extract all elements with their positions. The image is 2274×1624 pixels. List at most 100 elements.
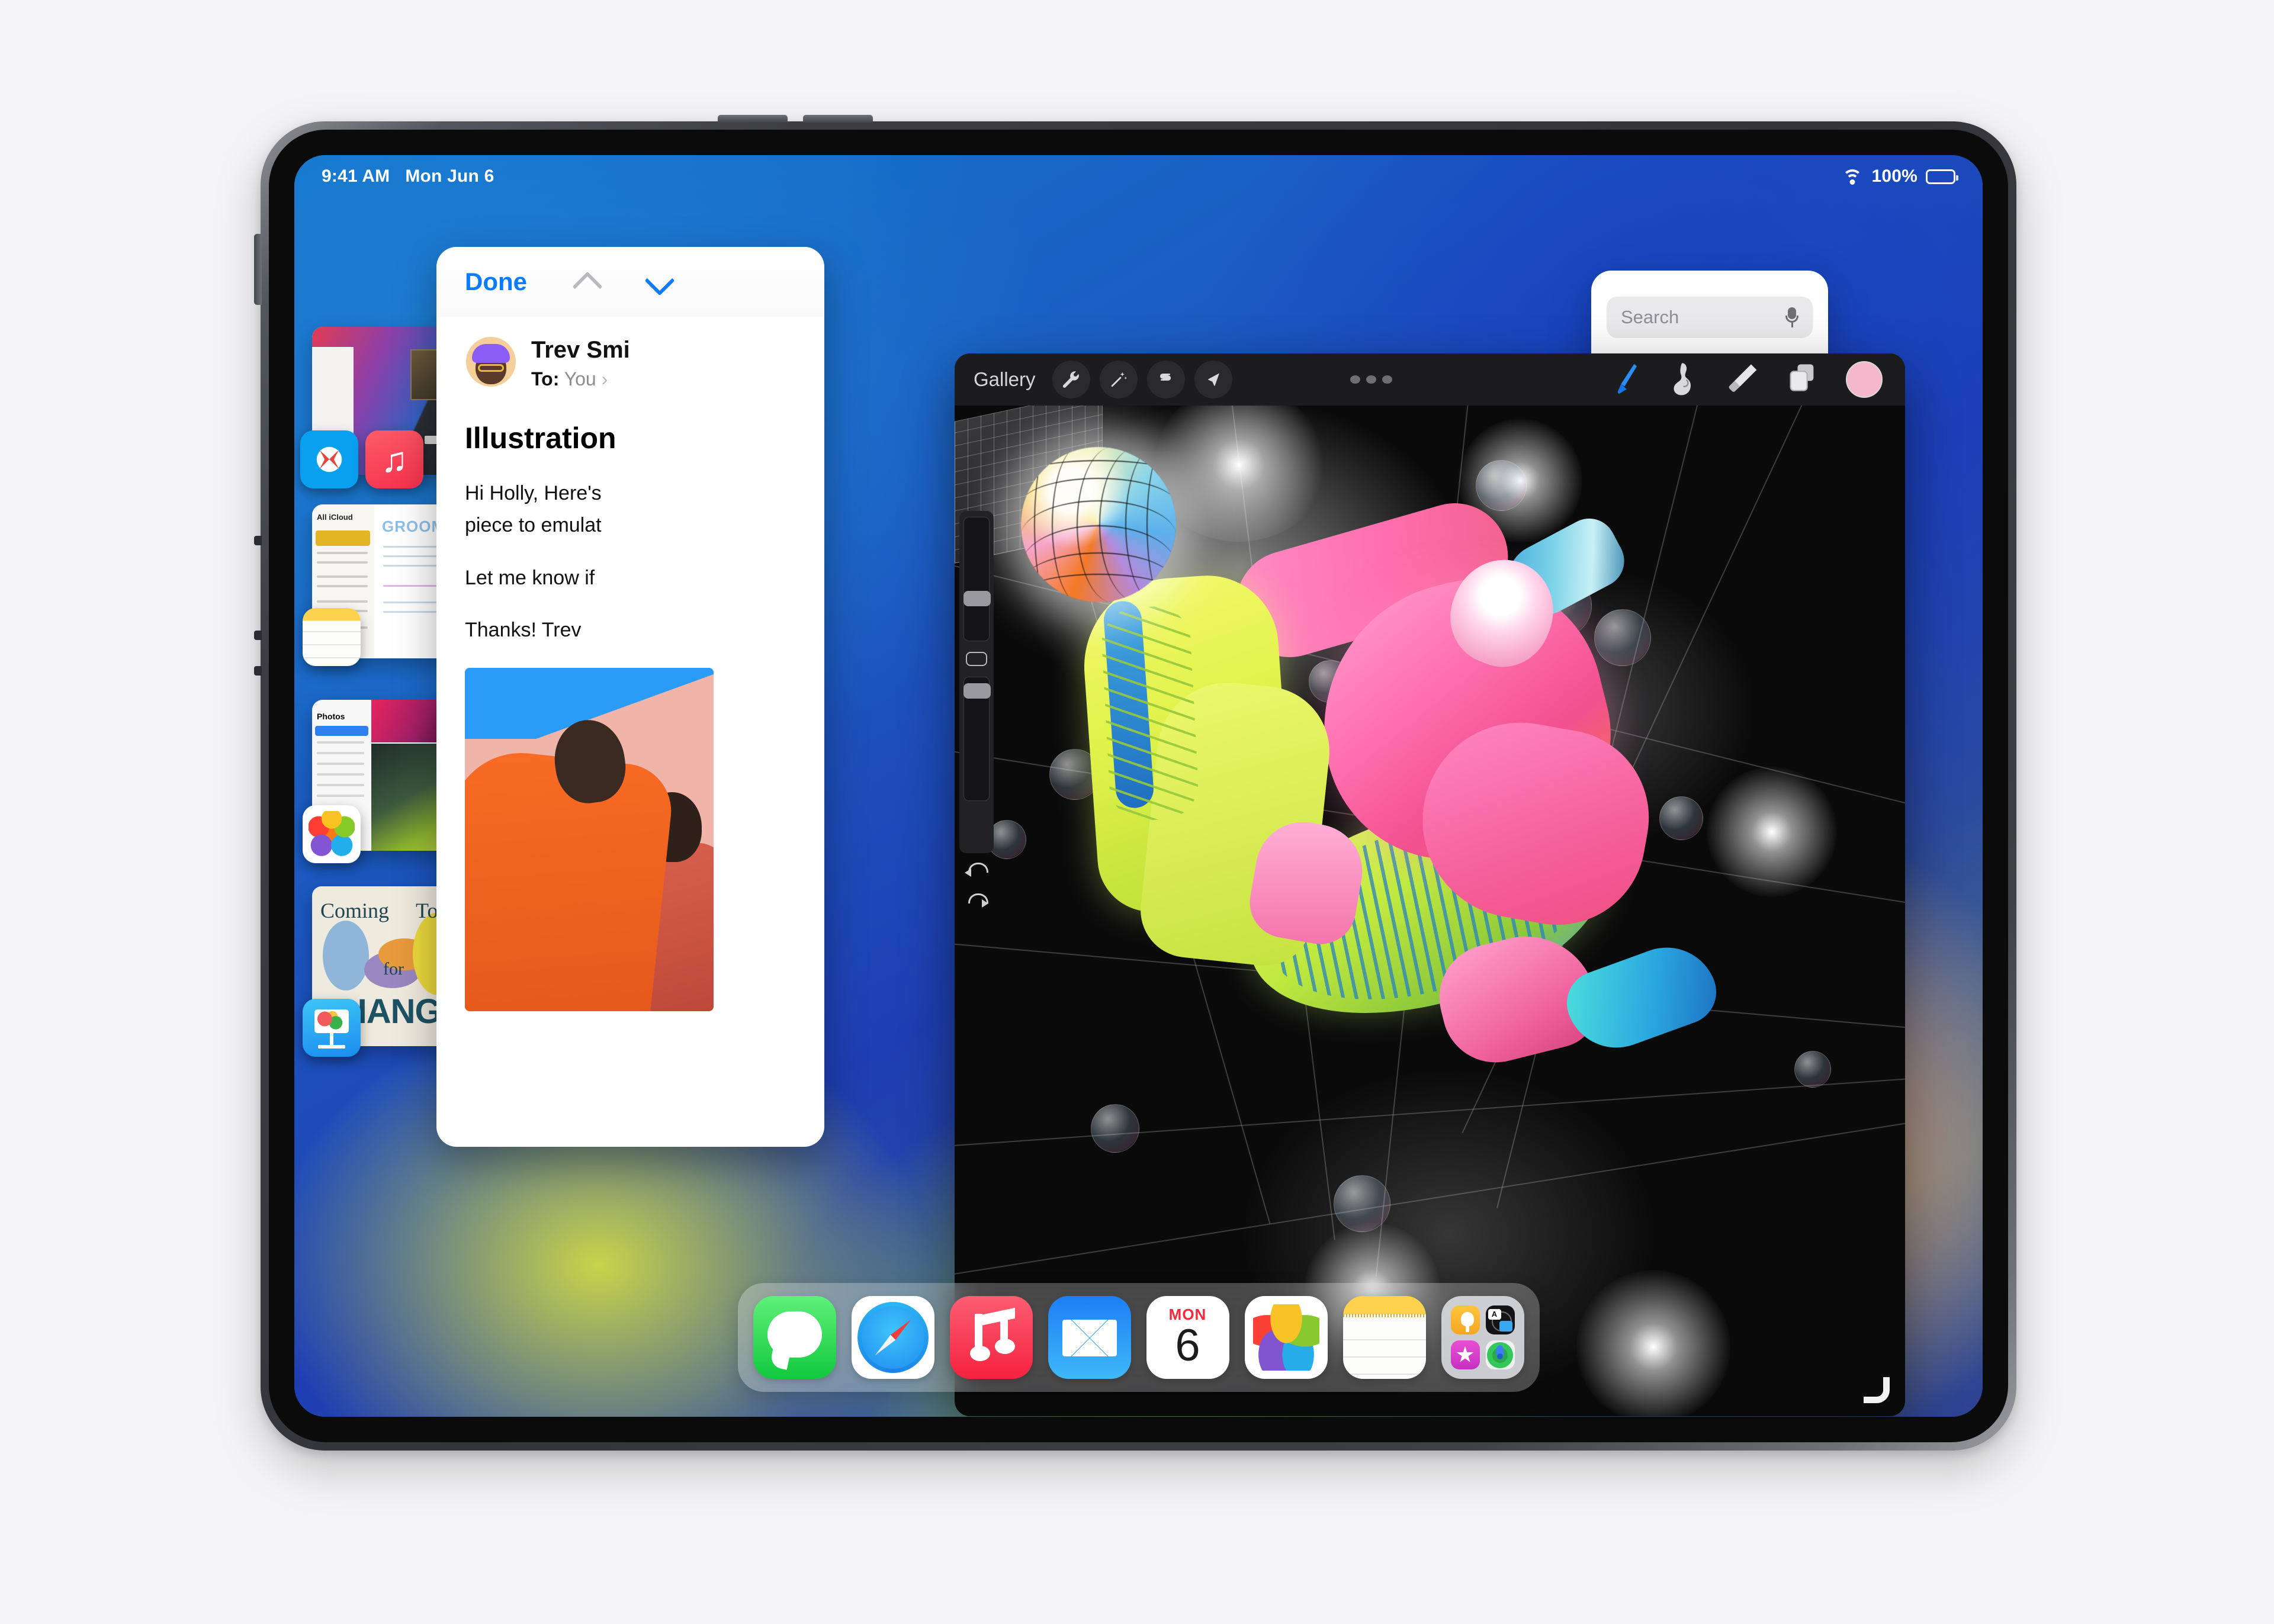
volume-down-button[interactable] <box>803 115 873 123</box>
notes-icon[interactable] <box>1342 1296 1426 1379</box>
mail-toolbar: Done <box>436 247 824 317</box>
photos-sidebar-row <box>317 752 364 754</box>
find-my-icon <box>1485 1340 1515 1369</box>
status-date: Mon Jun 6 <box>405 166 494 186</box>
itunes-store-icon <box>1450 1340 1480 1369</box>
photos-icon[interactable] <box>1244 1296 1328 1379</box>
microphone-icon[interactable] <box>1785 307 1798 327</box>
photos-sidebar-selected <box>315 726 368 736</box>
bubble <box>1091 1104 1139 1153</box>
transform-arrow-icon[interactable] <box>1194 361 1232 398</box>
avatar <box>466 337 516 387</box>
dock: MON 6 A <box>737 1283 1540 1392</box>
ipad-device-frame: 9:41 AM Mon Jun 6 100% All iCl <box>254 115 2016 1451</box>
procreate-canvas[interactable] <box>955 406 1905 1416</box>
modify-button[interactable] <box>966 652 987 666</box>
safari-icon[interactable] <box>300 430 358 488</box>
mail-to-label: To: <box>531 368 560 390</box>
mail-body-line: Let me know if <box>465 566 595 589</box>
mail-icon[interactable] <box>1048 1296 1131 1379</box>
redo-icon[interactable] <box>965 892 988 910</box>
front-camera <box>254 536 262 545</box>
chevron-up-icon[interactable] <box>573 269 599 295</box>
photos-icon[interactable] <box>303 805 361 863</box>
ipad-screen: 9:41 AM Mon Jun 6 100% All iCl <box>294 155 1983 1417</box>
smudge-icon[interactable] <box>1668 361 1701 398</box>
calendar-day: 6 <box>1175 1320 1200 1371</box>
photos-sidebar-row <box>317 784 364 786</box>
notes-selected-row <box>316 530 370 546</box>
music-icon[interactable] <box>949 1296 1033 1379</box>
mic-port-1 <box>254 631 262 640</box>
selection-s-icon[interactable] <box>1146 361 1185 398</box>
photos-sidebar-title: Photos <box>317 712 345 721</box>
mail-done-button[interactable]: Done <box>465 268 527 296</box>
disco-ball-head <box>1021 447 1176 602</box>
color-swatch[interactable] <box>1846 361 1883 398</box>
photos-sidebar-row <box>317 795 364 797</box>
bubble <box>1594 609 1651 666</box>
notes-row <box>317 575 368 578</box>
eraser-icon[interactable] <box>1727 361 1761 398</box>
mail-subject: Illustration <box>465 422 616 455</box>
procreate-side-controls <box>959 511 994 853</box>
photos-sidebar-row <box>317 773 364 776</box>
status-bar: 9:41 AM Mon Jun 6 100% <box>294 155 1983 198</box>
calendar-icon[interactable]: MON 6 <box>1146 1296 1229 1379</box>
notes-row <box>317 600 368 603</box>
chevron-down-icon[interactable] <box>645 269 672 295</box>
mail-body-line: piece to emulat <box>465 514 602 537</box>
wifi-icon <box>1842 168 1863 185</box>
notes-row <box>317 552 368 554</box>
light-glow <box>1707 767 1837 897</box>
figure-laces <box>1100 604 1200 822</box>
mail-recipient-line[interactable]: To: You › <box>531 368 630 390</box>
notes-body-line <box>383 555 442 557</box>
brush-icon[interactable] <box>1609 361 1642 398</box>
volume-up-button[interactable] <box>718 115 788 123</box>
procreate-window: Gallery <box>955 353 1905 1416</box>
brush-size-slider[interactable] <box>963 517 991 641</box>
adjustments-wand-icon[interactable] <box>1099 361 1138 398</box>
mic-port-2 <box>254 666 262 676</box>
keynote-icon[interactable] <box>303 999 361 1057</box>
procreate-toolbar: Gallery <box>955 353 1905 406</box>
photos-sidebar-row <box>317 763 364 765</box>
layers-icon[interactable] <box>1787 361 1820 398</box>
mail-sender-name: Trev Smi <box>531 337 630 363</box>
notes-icon[interactable] <box>303 608 361 666</box>
search-placeholder: Search <box>1621 307 1679 327</box>
music-icon[interactable] <box>365 430 423 488</box>
mail-to-value: You <box>564 368 596 390</box>
safari-icon[interactable] <box>851 1296 934 1379</box>
procreate-history-controls <box>959 861 994 910</box>
folder-icon[interactable]: A <box>1441 1296 1524 1379</box>
messages-icon[interactable] <box>753 1296 836 1379</box>
bubble <box>1334 1175 1390 1232</box>
mail-body-line: Thanks! Trev <box>465 618 582 641</box>
mail-body: Hi Holly, Here's piece to emulat Let me … <box>436 455 824 644</box>
battery-percent-label: 100% <box>1871 166 1918 186</box>
status-time: 9:41 AM <box>322 166 390 186</box>
light-glow <box>1576 1270 1730 1416</box>
actions-wrench-icon[interactable] <box>1052 361 1090 398</box>
gallery-button[interactable]: Gallery <box>974 368 1036 391</box>
mail-sender-row: Trev Smi To: You › <box>451 321 810 408</box>
bubble <box>1659 796 1703 840</box>
search-input[interactable]: Search <box>1607 297 1813 338</box>
notes-row <box>317 561 368 564</box>
chevron-right-icon: › <box>601 368 608 390</box>
notes-row <box>317 585 368 587</box>
photos-sidebar-row <box>317 741 364 744</box>
notes-pane-title: All iCloud <box>317 513 353 522</box>
keynote-slide-line1: Coming <box>320 899 390 922</box>
power-button[interactable] <box>254 234 262 305</box>
more-dots-icon[interactable] <box>1350 375 1392 384</box>
opacity-slider[interactable] <box>963 677 991 801</box>
undo-icon[interactable] <box>965 861 988 879</box>
mail-attachment-image[interactable] <box>465 668 714 1012</box>
tips-icon <box>1450 1305 1480 1334</box>
bubble <box>1794 1051 1831 1088</box>
mail-window: Done Trev Smi To: You › Illustration Hi … <box>436 247 824 1147</box>
window-resize-handle[interactable] <box>1864 1377 1890 1403</box>
